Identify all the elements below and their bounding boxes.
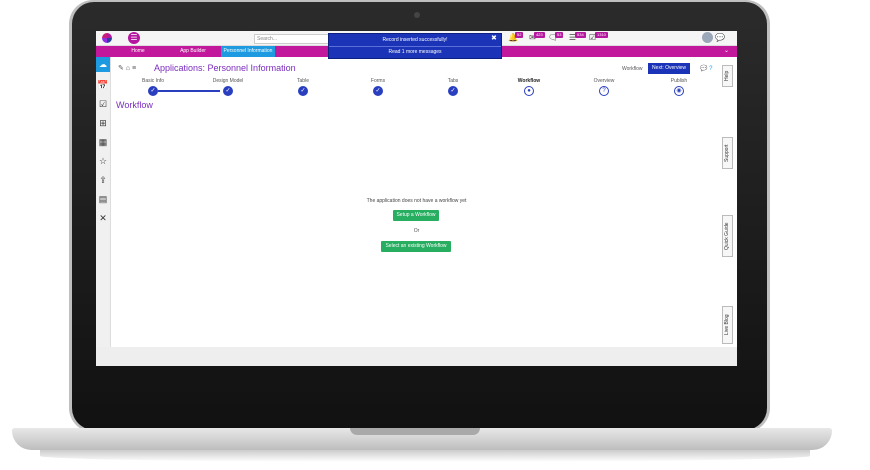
step-check-icon[interactable]: ✓ <box>148 86 158 96</box>
step-current-icon[interactable]: ● <box>524 86 534 96</box>
step-pending-icon[interactable]: ? <box>599 86 609 96</box>
tab-app-builder[interactable]: App Builder <box>170 46 216 57</box>
step-label-design-model: Design Model <box>212 78 244 84</box>
step-check-icon[interactable]: ✓ <box>223 86 233 96</box>
step-label-basic-info: Basic Info <box>142 78 164 84</box>
cloud-icon[interactable]: ☁ <box>96 57 110 72</box>
step-pending-icon[interactable]: ◉ <box>674 86 684 96</box>
workflow-label: Workflow <box>622 66 643 72</box>
progress-line <box>158 90 220 92</box>
app-logo[interactable] <box>102 33 112 43</box>
help-icon[interactable]: 💬 ? <box>700 65 712 72</box>
laptop-shadow <box>40 450 810 462</box>
step-label-table: Table <box>297 78 309 84</box>
setup-workflow-button[interactable]: Setup a Workflow <box>393 210 439 221</box>
chat-badge: 53 <box>555 32 564 38</box>
page-title: Applications: Personnel Information <box>154 63 296 73</box>
help-text: ? <box>709 66 713 72</box>
checkbox-icon[interactable]: ☑ <box>96 97 110 111</box>
support-tab[interactable]: Support <box>722 137 733 169</box>
notification-message: Record inserted successfully! <box>382 37 448 43</box>
tab-personnel-information[interactable]: Personnel Information <box>221 46 275 57</box>
step-label-tabs: Tabs <box>447 78 459 84</box>
upload-icon[interactable]: ⇪ <box>96 173 110 187</box>
calendar-icon[interactable]: 📅 <box>96 78 110 92</box>
breadcrumb-icons[interactable]: ✎ ⌂ ≡ <box>118 64 136 72</box>
next-overview-button[interactable]: Next: Overview <box>648 63 690 74</box>
chevron-down-icon[interactable]: ⌄ <box>724 46 734 57</box>
divider <box>329 46 501 47</box>
or-separator: Or <box>413 228 420 234</box>
select-existing-workflow-button[interactable]: Select an existing Workflow <box>381 241 451 252</box>
notification-popup: Record inserted successfully! ✖ Read 1 m… <box>328 33 502 59</box>
close-icon[interactable]: ✖ <box>491 34 497 42</box>
avatar[interactable] <box>702 32 713 43</box>
empty-state-message: The application does not have a workflow… <box>366 198 467 204</box>
footer-bar <box>96 347 737 366</box>
step-label-publish: Publish <box>670 78 688 84</box>
step-label-workflow: Workflow <box>517 78 541 84</box>
step-check-icon[interactable]: ✓ <box>448 86 458 96</box>
help-tab[interactable]: Help <box>722 65 733 87</box>
live-blog-tab[interactable]: Live Blog <box>722 306 733 344</box>
tab-home[interactable]: Home <box>120 46 156 57</box>
notification-badge: 52 <box>515 32 524 38</box>
plus-icon[interactable]: ⊞ <box>96 116 110 130</box>
star-icon[interactable]: ☆ <box>96 154 110 168</box>
read-more-link[interactable]: Read 1 more messages <box>329 49 501 55</box>
step-label-forms: Forms <box>370 78 386 84</box>
step-label-overview: Overview <box>593 78 615 84</box>
tools-icon[interactable]: ✕ <box>96 211 110 225</box>
section-title: Workflow <box>116 100 153 110</box>
step-check-icon[interactable]: ✓ <box>298 86 308 96</box>
tasks-badge: 534 <box>575 32 586 38</box>
app-screen: ☰ Search... 🔔 52 ✉ 423 🗨 53 ☰ 534 ☑ 1310… <box>96 31 737 366</box>
menu-icon[interactable]: ☰ <box>128 32 140 44</box>
mail-badge: 423 <box>534 32 545 38</box>
grid-icon[interactable]: ▦ <box>96 135 110 149</box>
quick-guide-tab[interactable]: Quick Guide <box>722 215 733 257</box>
approvals-badge: 1310 <box>595 32 608 38</box>
online-chat-icon[interactable]: 💬 <box>715 33 725 42</box>
search-input[interactable]: Search... <box>254 34 330 44</box>
laptop-camera <box>414 12 420 18</box>
laptop-trackpad-notch <box>350 428 480 435</box>
step-check-icon[interactable]: ✓ <box>373 86 383 96</box>
